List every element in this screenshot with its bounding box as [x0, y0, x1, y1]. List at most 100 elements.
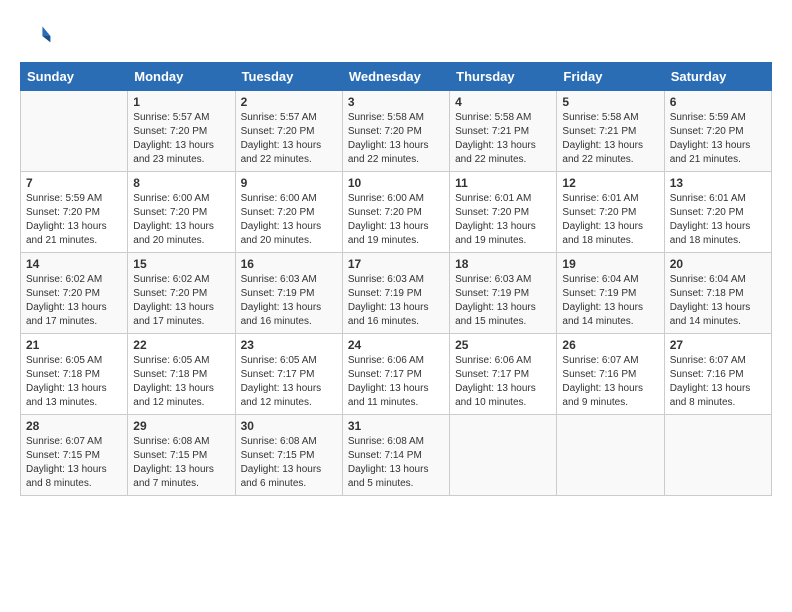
calendar-cell: 29 Sunrise: 6:08 AM Sunset: 7:15 PM Dayli…	[128, 415, 235, 496]
day-of-week-header: Sunday	[21, 63, 128, 91]
day-info: Sunrise: 6:06 AM Sunset: 7:17 PM Dayligh…	[455, 354, 551, 410]
calendar-week-row: 7Sunrise: 5:59 AM Sunset: 7:20 PM Daylig…	[21, 172, 772, 253]
logo-icon	[20, 20, 52, 52]
day-info: Sunrise: 6:03 AM Sunset: 7:19 PM Dayligh…	[241, 273, 337, 329]
day-info: Sunrise: 5:58 AM Sunset: 7:21 PM Dayligh…	[562, 111, 658, 167]
calendar-week-row: 1 Sunrise: 5:57 AM Sunset: 7:20 PM Daylig…	[21, 91, 772, 172]
day-number: 21	[26, 338, 122, 352]
calendar-cell: 26Sunrise: 6:07 AM Sunset: 7:16 PM Dayli…	[557, 334, 664, 415]
day-info: Sunrise: 6:08 AM Sunset: 7:15 PM Dayligh…	[133, 435, 229, 491]
calendar-cell: 24 Sunrise: 6:06 AM Sunset: 7:17 PM Dayli…	[342, 334, 449, 415]
calendar-header-row: SundayMondayTuesdayWednesdayThursdayFrid…	[21, 63, 772, 91]
day-number: 15	[133, 257, 229, 271]
day-info: Sunrise: 6:01 AM Sunset: 7:20 PM Dayligh…	[455, 192, 551, 248]
day-info: Sunrise: 6:03 AM Sunset: 7:19 PM Dayligh…	[455, 273, 551, 329]
day-info: Sunrise: 6:07 AM Sunset: 7:16 PM Dayligh…	[562, 354, 658, 410]
calendar-cell: 16 Sunrise: 6:03 AM Sunset: 7:19 PM Dayli…	[235, 253, 342, 334]
calendar-cell: 7Sunrise: 5:59 AM Sunset: 7:20 PM Daylig…	[21, 172, 128, 253]
calendar-cell: 9 Sunrise: 6:00 AM Sunset: 7:20 PM Daylig…	[235, 172, 342, 253]
calendar-week-row: 14 Sunrise: 6:02 AM Sunset: 7:20 PM Dayli…	[21, 253, 772, 334]
day-info: Sunrise: 6:04 AM Sunset: 7:19 PM Dayligh…	[562, 273, 658, 329]
calendar-week-row: 28 Sunrise: 6:07 AM Sunset: 7:15 PM Dayli…	[21, 415, 772, 496]
day-info: Sunrise: 5:58 AM Sunset: 7:21 PM Dayligh…	[455, 111, 551, 167]
day-of-week-header: Tuesday	[235, 63, 342, 91]
day-number: 22	[133, 338, 229, 352]
day-number: 7	[26, 176, 122, 190]
calendar-cell	[557, 415, 664, 496]
day-number: 8	[133, 176, 229, 190]
page-header	[20, 20, 772, 52]
day-number: 10	[348, 176, 444, 190]
calendar-cell: 14 Sunrise: 6:02 AM Sunset: 7:20 PM Dayli…	[21, 253, 128, 334]
calendar-cell: 31Sunrise: 6:08 AM Sunset: 7:14 PM Dayli…	[342, 415, 449, 496]
day-number: 1	[133, 95, 229, 109]
day-number: 28	[26, 419, 122, 433]
day-number: 11	[455, 176, 551, 190]
day-number: 27	[670, 338, 766, 352]
day-info: Sunrise: 5:57 AM Sunset: 7:20 PM Dayligh…	[133, 111, 229, 167]
logo	[20, 20, 56, 52]
day-info: Sunrise: 6:06 AM Sunset: 7:17 PM Dayligh…	[348, 354, 444, 410]
day-info: Sunrise: 5:57 AM Sunset: 7:20 PM Dayligh…	[241, 111, 337, 167]
calendar-cell: 5 Sunrise: 5:58 AM Sunset: 7:21 PM Daylig…	[557, 91, 664, 172]
day-number: 25	[455, 338, 551, 352]
day-info: Sunrise: 6:04 AM Sunset: 7:18 PM Dayligh…	[670, 273, 766, 329]
calendar-cell: 30 Sunrise: 6:08 AM Sunset: 7:15 PM Dayli…	[235, 415, 342, 496]
day-number: 18	[455, 257, 551, 271]
day-number: 23	[241, 338, 337, 352]
day-of-week-header: Saturday	[664, 63, 771, 91]
day-of-week-header: Monday	[128, 63, 235, 91]
day-number: 17	[348, 257, 444, 271]
day-info: Sunrise: 6:05 AM Sunset: 7:17 PM Dayligh…	[241, 354, 337, 410]
day-number: 2	[241, 95, 337, 109]
day-info: Sunrise: 6:08 AM Sunset: 7:15 PM Dayligh…	[241, 435, 337, 491]
calendar-cell: 10Sunrise: 6:00 AM Sunset: 7:20 PM Dayli…	[342, 172, 449, 253]
day-number: 24	[348, 338, 444, 352]
day-number: 12	[562, 176, 658, 190]
day-info: Sunrise: 6:02 AM Sunset: 7:20 PM Dayligh…	[26, 273, 122, 329]
calendar-cell: 27 Sunrise: 6:07 AM Sunset: 7:16 PM Dayli…	[664, 334, 771, 415]
calendar-cell	[450, 415, 557, 496]
day-info: Sunrise: 5:59 AM Sunset: 7:20 PM Dayligh…	[670, 111, 766, 167]
day-info: Sunrise: 6:07 AM Sunset: 7:16 PM Dayligh…	[670, 354, 766, 410]
calendar-cell: 22 Sunrise: 6:05 AM Sunset: 7:18 PM Dayli…	[128, 334, 235, 415]
calendar-cell: 15 Sunrise: 6:02 AM Sunset: 7:20 PM Dayli…	[128, 253, 235, 334]
day-number: 30	[241, 419, 337, 433]
day-number: 3	[348, 95, 444, 109]
calendar-cell: 18 Sunrise: 6:03 AM Sunset: 7:19 PM Dayli…	[450, 253, 557, 334]
day-number: 29	[133, 419, 229, 433]
day-info: Sunrise: 6:07 AM Sunset: 7:15 PM Dayligh…	[26, 435, 122, 491]
day-info: Sunrise: 6:03 AM Sunset: 7:19 PM Dayligh…	[348, 273, 444, 329]
day-number: 4	[455, 95, 551, 109]
calendar-cell: 1 Sunrise: 5:57 AM Sunset: 7:20 PM Daylig…	[128, 91, 235, 172]
day-number: 14	[26, 257, 122, 271]
day-info: Sunrise: 6:00 AM Sunset: 7:20 PM Dayligh…	[241, 192, 337, 248]
day-info: Sunrise: 6:00 AM Sunset: 7:20 PM Dayligh…	[133, 192, 229, 248]
calendar-table: SundayMondayTuesdayWednesdayThursdayFrid…	[20, 62, 772, 496]
calendar-cell: 4 Sunrise: 5:58 AM Sunset: 7:21 PM Daylig…	[450, 91, 557, 172]
calendar-cell: 20Sunrise: 6:04 AM Sunset: 7:18 PM Dayli…	[664, 253, 771, 334]
day-info: Sunrise: 6:05 AM Sunset: 7:18 PM Dayligh…	[26, 354, 122, 410]
calendar-cell: 25 Sunrise: 6:06 AM Sunset: 7:17 PM Dayli…	[450, 334, 557, 415]
day-info: Sunrise: 6:01 AM Sunset: 7:20 PM Dayligh…	[670, 192, 766, 248]
calendar-cell: 13Sunrise: 6:01 AM Sunset: 7:20 PM Dayli…	[664, 172, 771, 253]
day-of-week-header: Friday	[557, 63, 664, 91]
calendar-cell: 17 Sunrise: 6:03 AM Sunset: 7:19 PM Dayli…	[342, 253, 449, 334]
calendar-cell: 19Sunrise: 6:04 AM Sunset: 7:19 PM Dayli…	[557, 253, 664, 334]
day-info: Sunrise: 6:05 AM Sunset: 7:18 PM Dayligh…	[133, 354, 229, 410]
day-number: 6	[670, 95, 766, 109]
day-info: Sunrise: 5:58 AM Sunset: 7:20 PM Dayligh…	[348, 111, 444, 167]
calendar-cell	[21, 91, 128, 172]
calendar-cell: 12Sunrise: 6:01 AM Sunset: 7:20 PM Dayli…	[557, 172, 664, 253]
day-number: 5	[562, 95, 658, 109]
calendar-cell: 21 Sunrise: 6:05 AM Sunset: 7:18 PM Dayli…	[21, 334, 128, 415]
calendar-week-row: 21 Sunrise: 6:05 AM Sunset: 7:18 PM Dayli…	[21, 334, 772, 415]
calendar-cell: 28 Sunrise: 6:07 AM Sunset: 7:15 PM Dayli…	[21, 415, 128, 496]
calendar-cell: 8 Sunrise: 6:00 AM Sunset: 7:20 PM Daylig…	[128, 172, 235, 253]
calendar-cell: 11 Sunrise: 6:01 AM Sunset: 7:20 PM Dayli…	[450, 172, 557, 253]
day-number: 16	[241, 257, 337, 271]
day-number: 9	[241, 176, 337, 190]
day-info: Sunrise: 6:08 AM Sunset: 7:14 PM Dayligh…	[348, 435, 444, 491]
calendar-cell	[664, 415, 771, 496]
day-info: Sunrise: 6:02 AM Sunset: 7:20 PM Dayligh…	[133, 273, 229, 329]
